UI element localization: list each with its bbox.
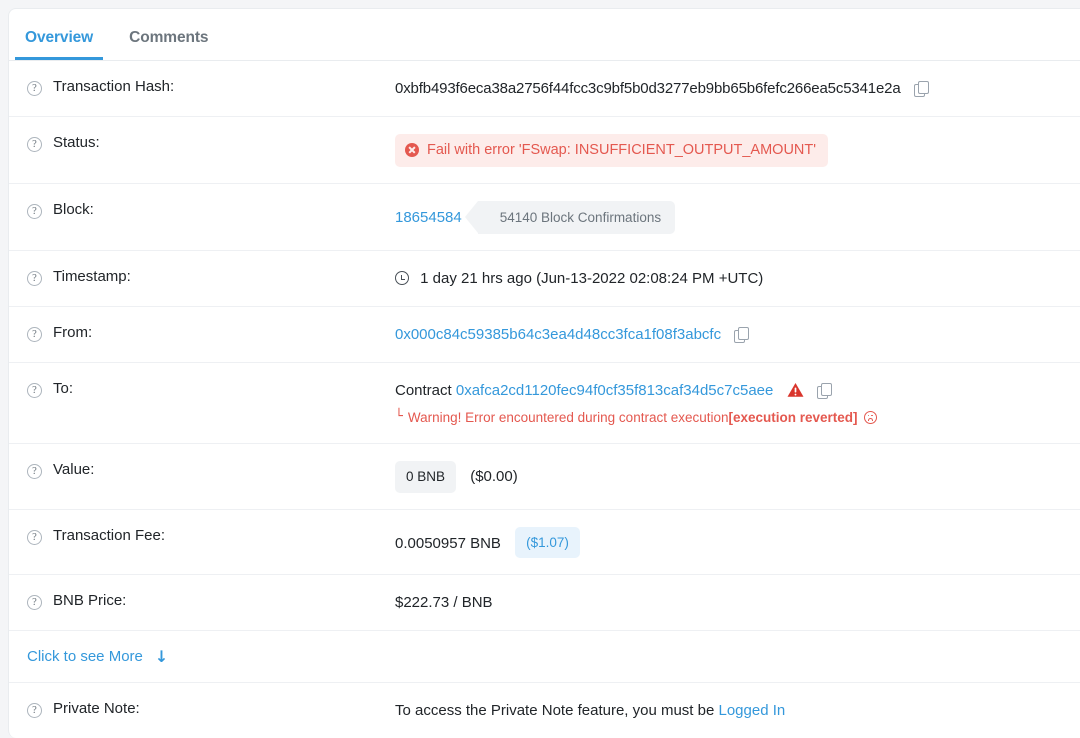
- help-icon[interactable]: ?: [27, 382, 42, 398]
- tab-bar: Overview Comments: [9, 9, 1080, 61]
- to-contract-address-link[interactable]: 0xafca2cd1120fec94f0cf35f813caf34d5c7c5a…: [456, 382, 773, 399]
- to-address-line: Contract 0xafca2cd1120fec94f0cf35f813caf…: [395, 380, 1080, 402]
- value-private-note: To access the Private Note feature, you …: [395, 699, 1080, 722]
- label-from: ? From:: [27, 323, 395, 343]
- label-text: Value:: [53, 461, 95, 479]
- error-circle-icon: [405, 143, 419, 158]
- label-text: Block:: [53, 200, 94, 218]
- row-private-note: ? Private Note: To access the Private No…: [9, 683, 1080, 738]
- label-timestamp: ? Timestamp:: [27, 267, 395, 287]
- tab-comments-label: Comments: [129, 29, 209, 46]
- logged-in-link[interactable]: Logged In: [719, 702, 786, 719]
- label-text: From:: [53, 324, 93, 342]
- sad-face-icon: [863, 410, 877, 424]
- help-icon[interactable]: ?: [27, 595, 42, 611]
- label-text: BNB Price:: [53, 592, 127, 610]
- row-block: ? Block: 18654584 54140 Block Confirmati…: [9, 184, 1080, 252]
- label-transaction-hash: ? Transaction Hash:: [27, 77, 395, 96]
- status-badge: Fail with error 'FSwap: INSUFFICIENT_OUT…: [395, 133, 829, 167]
- label-block: ? Block:: [27, 200, 395, 219]
- row-value: ? Value: 0 BNB ($0.00): [9, 444, 1080, 510]
- from-address-link[interactable]: 0x000c84c59385b64c3ea4d48cc3fca1f08f3abc…: [395, 326, 721, 343]
- label-text: To:: [53, 379, 74, 397]
- tab-comments[interactable]: Comments: [119, 29, 218, 60]
- timestamp-text: 1 day 21 hrs ago (Jun-13-2022 02:08:24 P…: [420, 270, 764, 288]
- tab-overview-label: Overview: [25, 29, 94, 46]
- corner-glyph-icon: └: [395, 408, 403, 424]
- transaction-hash-text: 0xbfb493f6eca38a2756f44fcc3c9bf5b0d3277e…: [395, 80, 901, 97]
- copy-icon[interactable]: [734, 327, 750, 344]
- help-icon[interactable]: ?: [27, 529, 42, 545]
- copy-icon[interactable]: [913, 81, 929, 97]
- status-text: Fail with error 'FSwap: INSUFFICIENT_OUT…: [427, 141, 817, 158]
- label-text: Timestamp:: [53, 268, 131, 286]
- row-see-more: Click to see More ↓: [9, 631, 1080, 684]
- value-bnb-price: $222.73 / BNB: [395, 594, 493, 612]
- help-icon[interactable]: ?: [27, 136, 42, 152]
- label-private-note: ? Private Note:: [27, 699, 395, 719]
- warning-text: Warning! Error encountered during contra…: [407, 409, 729, 425]
- help-icon[interactable]: ?: [27, 464, 42, 480]
- label-bnb-price: ? BNB Price:: [27, 591, 395, 611]
- label-to: ? To:: [27, 379, 395, 398]
- value-badge: 0 BNB: [395, 461, 457, 493]
- row-to: ? To: Contract 0xafca2cd1120fec94f0cf35f…: [9, 363, 1080, 445]
- label-status: ? Status:: [27, 133, 395, 152]
- label-text: Status:: [53, 133, 100, 151]
- block-confirmations-badge: 54140 Block Confirmations: [464, 200, 676, 235]
- row-transaction-fee: ? Transaction Fee: 0.0050957 BNB ($1.07): [9, 510, 1080, 576]
- help-icon[interactable]: ?: [27, 703, 42, 719]
- help-icon[interactable]: ?: [27, 327, 42, 343]
- row-status: ? Status: Fail with error 'FSwap: INSUFF…: [9, 117, 1080, 184]
- value-fiat: ($0.00): [470, 468, 518, 486]
- value-timestamp: 1 day 21 hrs ago (Jun-13-2022 02:08:24 P…: [395, 267, 1080, 290]
- contract-prefix-label: Contract: [395, 381, 452, 399]
- value-to: Contract 0xafca2cd1120fec94f0cf35f813caf…: [395, 379, 1080, 427]
- warning-triangle-icon[interactable]: [787, 382, 804, 398]
- transaction-details-card: Overview Comments ? Transaction Hash: 0x…: [8, 8, 1080, 738]
- label-value: ? Value:: [27, 460, 395, 480]
- value-status: Fail with error 'FSwap: INSUFFICIENT_OUT…: [395, 133, 1080, 167]
- tab-overview[interactable]: Overview: [15, 29, 104, 60]
- arrow-down-icon[interactable]: ↓: [155, 647, 168, 666]
- fee-fiat-badge: ($1.07): [515, 526, 580, 559]
- value-from: 0x000c84c59385b64c3ea4d48cc3fca1f08f3abc…: [395, 323, 1080, 346]
- help-icon[interactable]: ?: [27, 203, 42, 219]
- row-bnb-price: ? BNB Price: $222.73 / BNB: [9, 575, 1080, 632]
- clock-icon: [395, 271, 409, 286]
- help-icon[interactable]: ?: [27, 81, 42, 96]
- private-note-text: To access the Private Note feature, you …: [395, 702, 719, 720]
- label-text: Transaction Hash:: [53, 78, 175, 95]
- help-icon[interactable]: ?: [27, 271, 42, 287]
- value-transaction-hash: 0xbfb493f6eca38a2756f44fcc3c9bf5b0d3277e…: [395, 77, 1080, 100]
- row-timestamp: ? Timestamp: 1 day 21 hrs ago (Jun-13-20…: [9, 251, 1080, 308]
- row-from: ? From: 0x000c84c59385b64c3ea4d48cc3fca1…: [9, 307, 1080, 363]
- value-amount: 0 BNB ($0.00): [395, 460, 1080, 493]
- label-text: Private Note:: [53, 700, 140, 718]
- value-block: 18654584 54140 Block Confirmations: [395, 200, 1080, 235]
- block-wrapper: 18654584 54140 Block Confirmations: [395, 200, 1080, 235]
- fee-amount: 0.0050957 BNB: [395, 534, 501, 552]
- label-text: Transaction Fee:: [53, 526, 165, 544]
- copy-icon[interactable]: [816, 382, 832, 399]
- execution-warning-message: └ Warning! Error encountered during cont…: [395, 408, 1080, 428]
- value-transaction-fee: 0.0050957 BNB ($1.07): [395, 526, 1080, 559]
- block-number-link[interactable]: 18654584: [395, 207, 462, 229]
- warning-reason: [execution reverted]: [728, 409, 858, 425]
- row-transaction-hash: ? Transaction Hash: 0xbfb493f6eca38a2756…: [9, 61, 1080, 117]
- see-more-link[interactable]: Click to see More: [27, 648, 143, 665]
- label-transaction-fee: ? Transaction Fee:: [27, 526, 395, 545]
